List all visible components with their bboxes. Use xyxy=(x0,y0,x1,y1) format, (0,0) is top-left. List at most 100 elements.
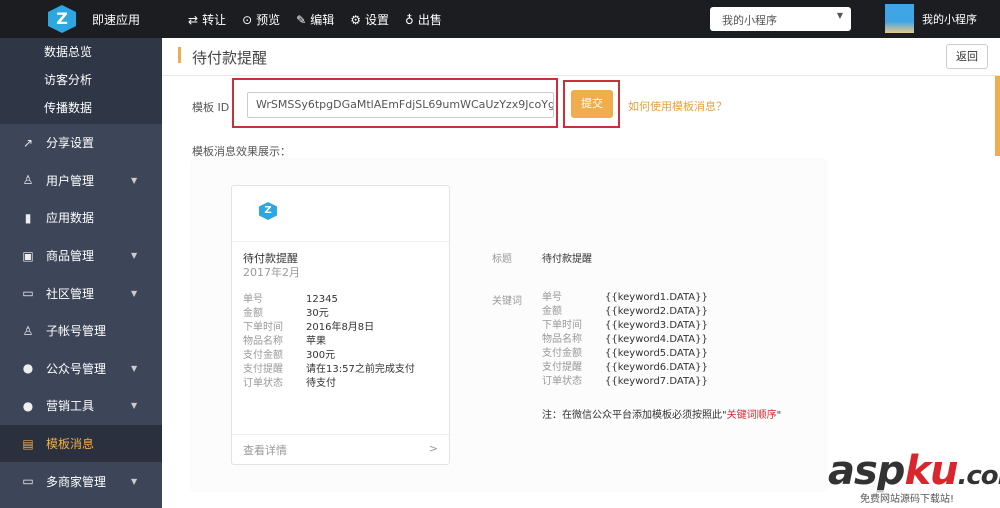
row-value: 12345 xyxy=(306,294,338,305)
sidebar-item[interactable]: ▭ 多商家管理 ▼ xyxy=(0,462,162,500)
keyword-placeholder: {{keyword7.DATA}} xyxy=(605,376,708,387)
row-value: 苹果 xyxy=(306,336,326,347)
submit-button[interactable]: 提交 xyxy=(571,90,613,118)
divider xyxy=(232,241,449,242)
sidebar-item-label: 应用数据 xyxy=(46,211,95,226)
sidebar-item-label: 营销工具 xyxy=(46,399,95,414)
caret-down-icon: ▼ xyxy=(131,401,138,411)
sidebar-item[interactable]: ▭ 社区管理 ▼ xyxy=(0,274,162,312)
sidebar-item[interactable]: ↗ 分享设置 xyxy=(0,124,162,162)
keyword-placeholder: {{keyword1.DATA}} xyxy=(605,292,708,303)
sidebar-item[interactable]: ● 营销工具 ▼ xyxy=(0,387,162,425)
watermark-logo: aspku.com xyxy=(828,448,1000,494)
row-value: 300元 xyxy=(306,350,336,361)
sidebar-item-label: 社区管理 xyxy=(46,286,95,301)
sidebar-subitem[interactable]: 数据总览 xyxy=(0,42,162,70)
sidebar-item-label: 子帐号管理 xyxy=(46,324,107,339)
preview-label: 模板消息效果展示： xyxy=(192,145,291,158)
card-row: 支付提醒 请在13:57之前完成支付 xyxy=(243,363,415,377)
app-logo[interactable]: Z xyxy=(48,5,76,33)
keyword-name: 金额 xyxy=(542,306,562,317)
card-row: 金额 30元 xyxy=(243,307,415,321)
sidebar-icon: ● xyxy=(22,361,34,376)
keyword-name: 支付提醒 xyxy=(542,362,582,373)
page-title: 待付款提醒 xyxy=(192,49,268,67)
nav-0[interactable]: ⇄ 转让 xyxy=(188,11,226,28)
keyword-label: 关键词 xyxy=(492,296,522,307)
row-key: 支付提醒 xyxy=(243,364,283,375)
user-name[interactable]: 我的小程序 xyxy=(922,11,977,27)
row-key: 物品名称 xyxy=(243,336,283,347)
help-link[interactable]: 如何使用模板消息？ xyxy=(628,98,727,114)
row-key: 金额 xyxy=(243,308,263,319)
sidebar-item[interactable]: ▣ 商品管理 ▼ xyxy=(0,237,162,275)
card-row: 支付金额 300元 xyxy=(243,349,415,363)
nav-3[interactable]: ⚙ 设置 xyxy=(350,11,389,28)
sidebar-item-label: 模板消息 xyxy=(46,437,95,452)
sidebar-icon: ▭ xyxy=(22,286,34,301)
sidebar-subitem[interactable]: 传播数据 xyxy=(0,98,162,126)
scrollbar[interactable] xyxy=(995,76,1000,156)
nav-4[interactable]: ♁ 出售 xyxy=(405,11,442,28)
template-id-label: 模板 ID xyxy=(192,101,230,114)
template-id-input[interactable]: WrSMSSy6tpgDGaMtlAEmFdjSL69umWCaUzYzx9Jc… xyxy=(247,92,554,118)
keyword-placeholder: {{keyword5.DATA}} xyxy=(605,348,708,359)
sidebar-item[interactable]: ● 公众号管理 ▼ xyxy=(0,350,162,388)
app-select[interactable]: 我的小程序 ▼ xyxy=(710,7,851,31)
note-text: " xyxy=(776,410,782,421)
title-label: 标题 xyxy=(492,254,512,265)
sidebar-icon: ▤ xyxy=(22,436,34,451)
app-name: 即速应用 xyxy=(92,13,141,27)
sidebar-item[interactable]: ▮ 应用数据 xyxy=(0,199,162,237)
row-value: 30元 xyxy=(306,308,329,319)
view-details-link[interactable]: 查看详情 > xyxy=(232,434,449,466)
keyword-row: 支付提醒 {{keyword6.DATA}} xyxy=(542,361,708,375)
sidebar-item-label: 公众号管理 xyxy=(46,361,107,376)
transfer-icon: ⇄ xyxy=(188,13,199,27)
keyword-row: 订单状态 {{keyword7.DATA}} xyxy=(542,375,708,389)
sidebar-subitem[interactable]: 访客分析 xyxy=(0,70,162,98)
sidebar-item[interactable]: ♙ 子帐号管理 xyxy=(0,312,162,350)
nav-1[interactable]: ⊙ 预览 xyxy=(242,11,280,28)
nav-label: 出售 xyxy=(417,13,442,27)
keyword-row: 物品名称 {{keyword4.DATA}} xyxy=(542,333,708,347)
sidebar-submenu: 数据总览 访客分析 传播数据 xyxy=(0,38,162,124)
sidebar-icon: ↗ xyxy=(22,135,34,150)
sidebar-icon: ♙ xyxy=(22,173,34,188)
keyword-name: 下单时间 xyxy=(542,320,582,331)
top-bar: Z 即速应用 ⇄ 转让 ⊙ 预览 ✎ 编辑 ⚙ 设置 ♁ 出售 我的小程序 ▼ 我的小程序 xyxy=(0,0,1000,38)
sidebar-item-label: 商品管理 xyxy=(46,249,95,264)
view-details-label: 查看详情 xyxy=(243,444,287,457)
chevron-right-icon: > xyxy=(428,442,438,455)
avatar[interactable] xyxy=(885,4,914,33)
card-date: 2017年2月 xyxy=(243,266,300,279)
edit-icon: ✎ xyxy=(296,13,307,27)
nav-2[interactable]: ✎ 编辑 xyxy=(296,11,334,28)
sidebar-item[interactable]: ♙ 用户管理 ▼ xyxy=(0,162,162,200)
watermark-text: .com xyxy=(957,461,1000,491)
title-value: 待付款提醒 xyxy=(542,254,592,265)
card-row: 物品名称 苹果 xyxy=(243,335,415,349)
sidebar-icon: ♙ xyxy=(22,323,34,338)
row-value: 待支付 xyxy=(306,378,336,389)
keyword-placeholder: {{keyword4.DATA}} xyxy=(605,334,708,345)
row-value: 2016年8月8日 xyxy=(306,322,375,333)
row-key: 订单状态 xyxy=(243,378,283,389)
keyword-row: 下单时间 {{keyword3.DATA}} xyxy=(542,319,708,333)
sidebar-icon: ▮ xyxy=(24,210,32,225)
sidebar-item[interactable]: ▤ 模板消息 xyxy=(0,424,162,463)
nav-label: 转让 xyxy=(202,13,227,27)
card-row: 下单时间 2016年8月8日 xyxy=(243,321,415,335)
sidebar-item-label: 分享设置 xyxy=(46,136,95,151)
moneybag-icon: ♁ xyxy=(405,13,414,27)
caret-down-icon: ▼ xyxy=(131,363,138,373)
back-button[interactable]: 返回 xyxy=(946,44,988,69)
keyword-placeholder: {{keyword6.DATA}} xyxy=(605,362,708,373)
watermark-text: asp xyxy=(828,448,905,494)
watermark-subtext: 免费网站源码下载站! xyxy=(860,490,955,505)
message-card: Z 待付款提醒 2017年2月 单号 12345 金额 30元 下单时间 2016年8月8… xyxy=(231,185,450,465)
keyword-placeholder: {{keyword3.DATA}} xyxy=(605,320,708,331)
sidebar: 数据总览 访客分析 传播数据 ↗ 分享设置 ♙ 用户管理 ▼ ▮ 应用数据 ▣ 商品管理 ▼ ▭ 社区管理… xyxy=(0,38,162,508)
watermark-text: ku xyxy=(904,448,958,494)
divider xyxy=(162,75,1000,76)
